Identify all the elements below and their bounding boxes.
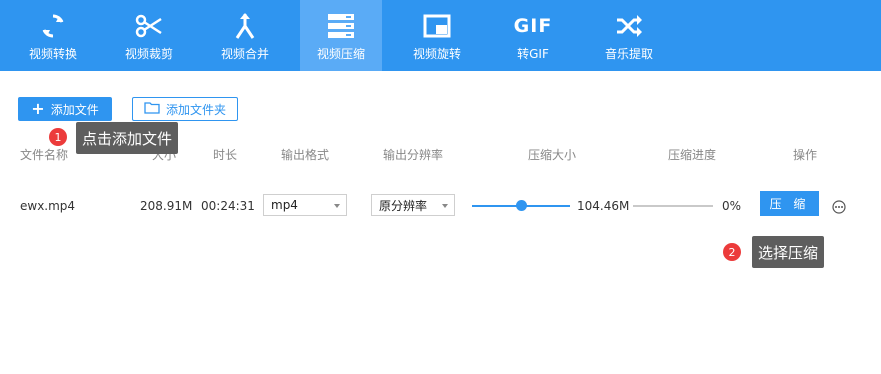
header-duration: 时长	[213, 148, 238, 162]
chevron-down-icon	[442, 204, 448, 208]
compress-icon	[326, 11, 356, 41]
tool-label: 视频转换	[28, 47, 77, 61]
merge-icon	[230, 11, 260, 41]
chevron-down-icon	[334, 204, 340, 208]
file-name: ewx.mp4	[20, 199, 76, 213]
plus-icon: +	[31, 99, 45, 118]
compressed-size: 104.46M	[577, 199, 630, 213]
tool-video-compress[interactable]: 视频压缩	[300, 0, 382, 71]
add-file-button[interactable]: + 添加文件	[18, 97, 112, 121]
tip-text: 点击添加文件	[82, 129, 173, 148]
more-options-icon[interactable]	[832, 199, 846, 214]
tool-label: 视频裁剪	[124, 47, 173, 61]
tip-text: 选择压缩	[758, 243, 819, 262]
format-value: mp4	[271, 198, 298, 212]
add-folder-button[interactable]: 添加文件夹	[132, 97, 238, 121]
scissors-icon	[134, 11, 164, 41]
resolution-value: 原分辨率	[379, 198, 428, 213]
tool-label: 转GIF	[517, 47, 549, 61]
header-format: 输出格式	[281, 148, 330, 162]
header-compressed-size: 压缩大小	[528, 148, 577, 162]
add-file-label: 添加文件	[50, 102, 99, 117]
tool-label: 视频旋转	[412, 47, 461, 61]
tooltip-add-file: 点击添加文件	[76, 122, 179, 154]
tool-label: 视频合并	[220, 47, 269, 61]
tool-video-cut[interactable]: 视频裁剪	[108, 0, 190, 71]
gif-icon: GIF	[514, 11, 552, 41]
tool-video-merge[interactable]: 视频合并	[204, 0, 286, 71]
compress-button[interactable]: 压 缩	[760, 191, 819, 216]
tool-label: 视频压缩	[316, 47, 365, 61]
convert-icon	[38, 11, 68, 41]
tooltip-compress: 选择压缩	[752, 236, 825, 268]
progress-value: 0%	[722, 199, 742, 213]
tool-video-convert[interactable]: 视频转换	[12, 0, 94, 71]
header-name: 文件名称	[20, 148, 69, 162]
rotate-icon	[422, 11, 452, 41]
add-folder-label: 添加文件夹	[165, 102, 226, 117]
header-progress: 压缩进度	[668, 148, 717, 162]
tool-audio-extract[interactable]: 音乐提取	[588, 0, 670, 71]
shuffle-icon	[614, 11, 644, 41]
file-size: 208.91M	[140, 199, 193, 213]
tool-to-gif[interactable]: GIF 转GIF	[492, 0, 574, 71]
tool-video-rotate[interactable]: 视频旋转	[396, 0, 478, 71]
step-badge: 2	[723, 243, 741, 261]
tool-label: 音乐提取	[604, 47, 653, 61]
top-toolbar: 视频转换 视频裁剪 视频合并 视频压缩 视频旋转 GIF 转GIF 音乐提取	[0, 0, 881, 71]
gif-glyph: GIF	[513, 15, 553, 37]
compression-slider-handle[interactable]	[516, 200, 527, 211]
compression-slider-track-right[interactable]	[633, 205, 713, 207]
file-duration: 00:24:31	[201, 199, 255, 213]
step-badge: 1	[49, 128, 67, 146]
resolution-select[interactable]: 原分辨率	[371, 194, 455, 216]
format-select[interactable]: mp4	[263, 194, 347, 216]
header-operation: 操作	[793, 148, 818, 162]
folder-icon	[144, 101, 160, 117]
header-resolution: 输出分辨率	[383, 148, 444, 162]
